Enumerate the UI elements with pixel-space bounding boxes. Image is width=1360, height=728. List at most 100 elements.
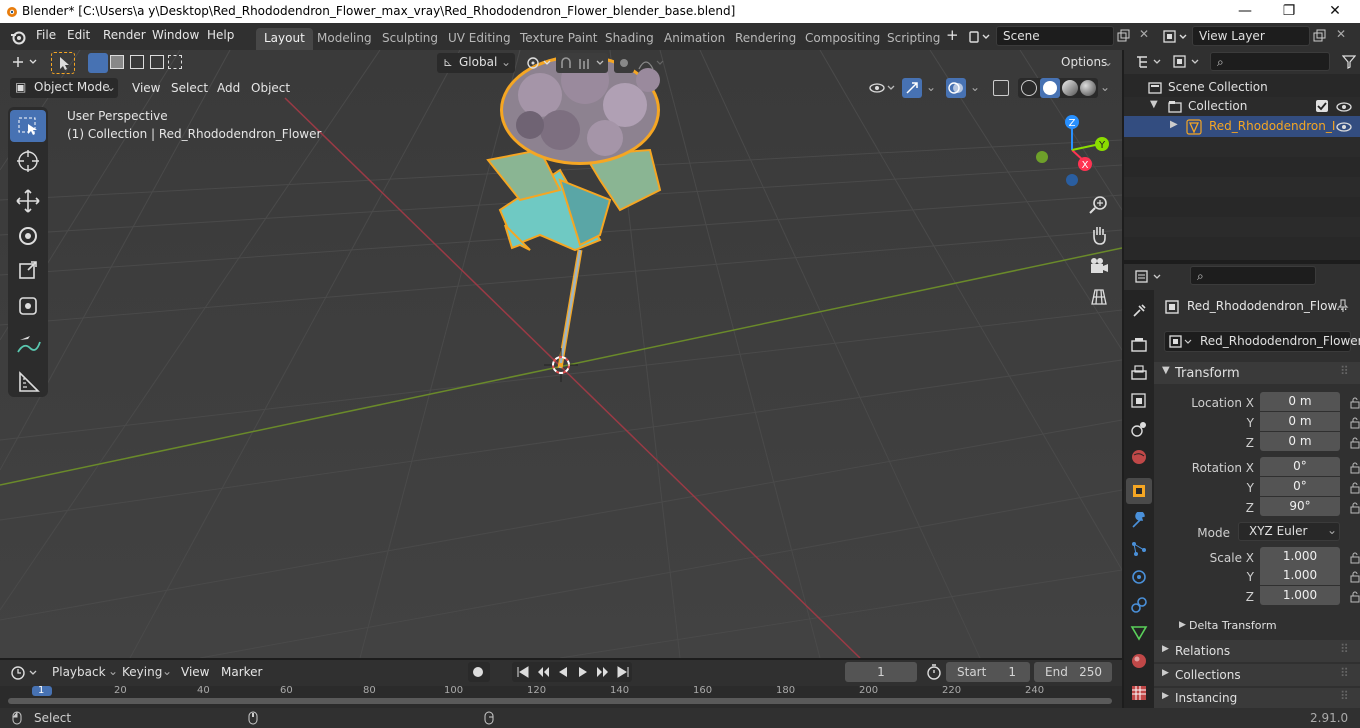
physics-tab-icon[interactable] — [1130, 568, 1148, 586]
world-tab-icon[interactable] — [1130, 448, 1148, 466]
gizmo-dropdown-icon[interactable]: ⌄ — [926, 80, 936, 94]
tab-animation[interactable]: Animation — [656, 28, 733, 50]
scene-name-field[interactable]: Scene — [996, 26, 1114, 46]
overlays-dropdown-icon[interactable]: ⌄ — [970, 80, 980, 94]
proportional-editing-icon[interactable] — [614, 53, 634, 73]
scale-x-field[interactable]: 1.000 — [1260, 547, 1340, 566]
location-z-field[interactable]: 0 m — [1260, 432, 1340, 451]
minimize-button[interactable]: — — [1222, 0, 1268, 23]
object-name-field[interactable]: Red_Rhododendron_Flower — [1164, 331, 1360, 352]
overlays-toggle-icon[interactable] — [946, 78, 966, 98]
pin-icon[interactable] — [1336, 299, 1350, 313]
timeline-menu-marker[interactable]: Marker — [221, 665, 262, 679]
collection-checkbox[interactable] — [1316, 100, 1328, 112]
material-tab-icon[interactable] — [1130, 652, 1148, 670]
start-frame-field[interactable]: Start 1 — [946, 662, 1030, 682]
play-icon[interactable] — [576, 665, 590, 679]
menu-add[interactable]: Add — [217, 81, 240, 95]
tab-rendering[interactable]: Rendering — [727, 28, 804, 50]
cursor-tool-icon[interactable] — [10, 145, 46, 177]
collections-panel-header[interactable]: ▶ Collections ⠿ — [1154, 664, 1360, 686]
rotate-tool-icon[interactable] — [10, 220, 46, 252]
tool-tab-icon[interactable] — [1130, 302, 1148, 320]
select-intersect-icon[interactable] — [168, 55, 182, 69]
eye-icon[interactable] — [1336, 100, 1352, 114]
rotation-y-field[interactable]: 0° — [1260, 477, 1340, 496]
zoom-icon[interactable] — [1086, 192, 1112, 218]
timeline-menu-view[interactable]: View — [181, 665, 209, 679]
delete-view-layer-icon[interactable]: ✕ — [1336, 27, 1346, 41]
outliner-editor-type-icon[interactable] — [1134, 54, 1164, 70]
drag-handle-icon[interactable]: ⠿ — [1340, 364, 1349, 378]
transform-panel-header[interactable]: ▼ Transform ⠿ — [1154, 362, 1360, 384]
tab-compositing[interactable]: Compositing — [797, 28, 888, 50]
transform-tool-icon[interactable] — [10, 290, 46, 322]
modifier-wrench-icon[interactable] — [1130, 512, 1148, 530]
lock-icon[interactable] — [1350, 591, 1360, 603]
transform-orientation-dropdown[interactable]: ⊾ Global ⌄ — [437, 53, 515, 73]
menu-edit[interactable]: Edit — [67, 28, 90, 42]
tab-texture-paint[interactable]: Texture Paint — [512, 28, 605, 50]
timeline-editor-type-icon[interactable] — [10, 664, 40, 682]
gizmo-toggle-icon[interactable] — [902, 78, 922, 98]
delta-transform-subpanel[interactable]: ▶ Delta Transform — [1164, 617, 1360, 637]
instancing-panel-header[interactable]: ▶ Instancing ⠿ — [1154, 688, 1360, 708]
lock-icon[interactable] — [1350, 417, 1360, 429]
tab-modeling[interactable]: Modeling — [309, 28, 380, 50]
view-layer-icon[interactable] — [1162, 29, 1190, 45]
tab-layout[interactable]: Layout — [256, 28, 313, 50]
viewport-scene[interactable] — [0, 50, 1122, 658]
menu-render[interactable]: Render — [103, 28, 146, 42]
end-frame-field[interactable]: End 250 — [1034, 662, 1112, 682]
scale-z-field[interactable]: 1.000 — [1260, 586, 1340, 605]
select-new-icon[interactable] — [88, 53, 108, 73]
blender-menu-icon[interactable] — [10, 29, 26, 45]
navigation-gizmo[interactable]: Z X Y — [1030, 112, 1122, 192]
play-reverse-icon[interactable] — [556, 665, 570, 679]
filter-icon[interactable] — [1342, 55, 1356, 69]
render-tab-icon[interactable] — [1130, 336, 1148, 354]
lock-icon[interactable] — [1350, 552, 1360, 564]
timeline-scrollbar[interactable] — [8, 698, 1112, 704]
properties-editor-type-icon[interactable] — [1134, 269, 1164, 285]
tab-uv-editing[interactable]: UV Editing — [440, 28, 519, 50]
rotation-z-field[interactable]: 90° — [1260, 497, 1340, 516]
scale-tool-icon[interactable] — [10, 255, 46, 287]
neg-z-axis-dot[interactable] — [1066, 174, 1078, 186]
neg-y-axis-dot[interactable] — [1036, 151, 1048, 163]
data-tab-icon[interactable] — [1130, 624, 1148, 642]
snap-toggle[interactable] — [556, 53, 608, 73]
material-shading-icon[interactable] — [1062, 80, 1078, 96]
duplicate-view-layer-icon[interactable] — [1313, 29, 1327, 43]
proportional-falloff-icon[interactable] — [636, 53, 666, 73]
expand-arrow-icon[interactable]: ▼ — [1150, 99, 1158, 110]
outliner-row-scene-collection[interactable]: Scene Collection — [1124, 78, 1360, 98]
location-y-field[interactable]: 0 m — [1260, 412, 1340, 431]
particles-tab-icon[interactable] — [1130, 540, 1148, 558]
scene-tab-icon[interactable] — [1130, 420, 1148, 438]
shading-dropdown-icon[interactable]: ⌄ — [1100, 80, 1110, 94]
current-frame-field[interactable]: 1 — [845, 662, 917, 682]
auto-keying-icon[interactable] — [468, 662, 490, 682]
tab-scripting[interactable]: Scripting — [879, 28, 948, 50]
mode-dropdown[interactable]: ▣ Object Mode ⌄ — [10, 78, 118, 98]
select-box-tool-icon[interactable] — [10, 110, 46, 142]
menu-select[interactable]: Select — [171, 81, 208, 95]
wireframe-shading-icon[interactable] — [1021, 80, 1037, 96]
outliner-row-object[interactable]: ▶ Red_Rhododendron_I — [1124, 116, 1360, 137]
drag-handle-icon[interactable]: ⠿ — [1340, 689, 1349, 703]
duplicate-scene-icon[interactable] — [1117, 29, 1131, 43]
lock-icon[interactable] — [1350, 462, 1360, 474]
delete-scene-icon[interactable]: ✕ — [1139, 27, 1149, 41]
object-tab-active[interactable] — [1126, 478, 1152, 504]
3d-viewport[interactable]: ⊾ Global ⌄ Options ⌄ ▣ Object Mode ⌄ Vie… — [0, 50, 1122, 658]
lock-icon[interactable] — [1350, 397, 1360, 409]
playback-dropdown[interactable]: Playback ⌄ — [46, 662, 118, 682]
options-dropdown[interactable]: Options ⌄ — [1055, 53, 1115, 73]
drag-handle-icon[interactable]: ⠿ — [1340, 642, 1349, 656]
jump-start-icon[interactable] — [516, 665, 530, 679]
move-tool-icon[interactable] — [10, 185, 46, 217]
properties-search-input[interactable]: ⌕ — [1190, 266, 1316, 285]
camera-view-icon[interactable] — [1086, 254, 1112, 280]
maximize-button[interactable]: ❐ — [1266, 0, 1312, 23]
